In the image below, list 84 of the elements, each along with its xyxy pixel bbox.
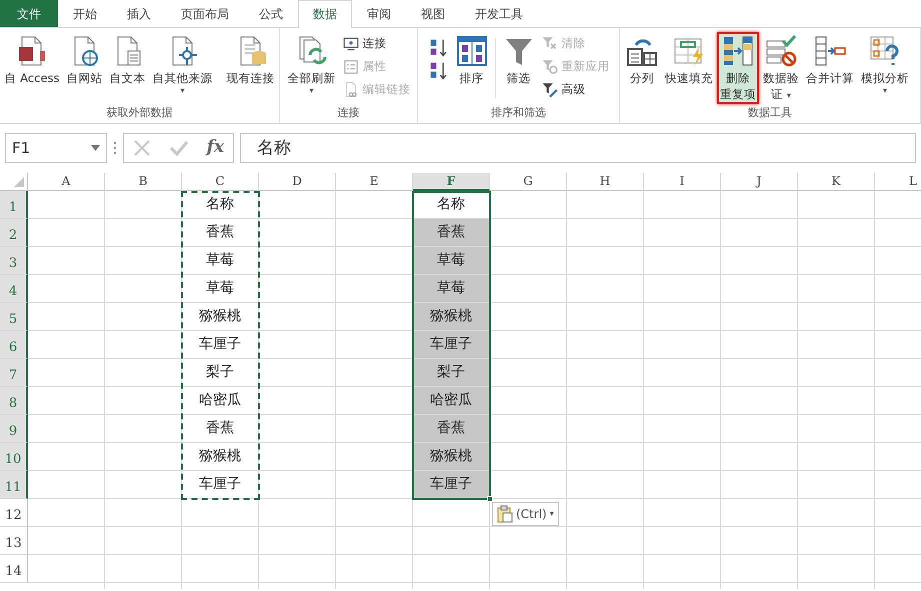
table-cell: 猕猴桃 (413, 303, 490, 331)
ribbon-button[interactable]: 排序 (452, 32, 490, 88)
column-header[interactable]: A (28, 173, 105, 191)
ribbon-tab[interactable]: 开始 (58, 0, 112, 27)
row-header[interactable]: 11 (0, 471, 28, 499)
ribbon-button[interactable]: 自网站 (64, 32, 106, 88)
data-validation-icon (765, 35, 797, 67)
column-header[interactable]: J (721, 173, 798, 191)
ribbon-small-button[interactable]: 连接 (340, 32, 412, 55)
table-cell: 猕猴桃 (413, 443, 490, 471)
ribbon-tab[interactable]: 审阅 (352, 0, 406, 27)
table-cell: 哈密瓜 (413, 387, 490, 415)
group-label: 连接 (336, 105, 360, 121)
row-header[interactable]: 2 (0, 219, 28, 247)
ribbon-button[interactable]: 删除 重复项 (717, 32, 759, 104)
column-header[interactable]: C (182, 173, 259, 191)
ribbon-button[interactable]: 数据验 证 ▾ (760, 32, 802, 104)
group-label: 获取外部数据 (106, 105, 174, 121)
ribbon-tab[interactable]: 插入 (112, 0, 166, 27)
row-header[interactable]: 8 (0, 387, 28, 415)
ribbon-tab[interactable]: 视图 (406, 0, 460, 27)
row-header[interactable]: 1 (0, 191, 28, 219)
table-cell: 香蕉 (413, 219, 490, 247)
sort-table-icon (456, 35, 488, 67)
ribbon-button[interactable]: 自文本 (106, 32, 149, 88)
group-label: 排序和筛选 (490, 105, 547, 121)
filter-refresh-icon (540, 58, 558, 76)
paste-options-button[interactable]: (Ctrl) ▾ (492, 502, 559, 526)
fill-handle[interactable] (487, 496, 493, 502)
row-header[interactable]: 5 (0, 303, 28, 331)
ribbon-small-button[interactable]: 高级 (538, 78, 612, 101)
column-header[interactable]: F (413, 173, 490, 191)
column-header[interactable]: G (490, 173, 567, 191)
check-icon[interactable] (168, 139, 189, 157)
column-header[interactable]: B (105, 173, 182, 191)
name-box[interactable]: F1 (5, 133, 107, 163)
ribbon-tab[interactable]: 开发工具 (460, 0, 538, 27)
ribbon-button[interactable]: 分列 (623, 32, 661, 88)
remove-duplicates-icon (722, 35, 754, 67)
column-header[interactable]: L (875, 173, 921, 191)
file-tab[interactable]: 文件 (0, 0, 58, 27)
row-header[interactable]: 6 (0, 331, 28, 359)
ribbon-tab[interactable]: 页面布局 (166, 0, 244, 27)
properties-icon (342, 58, 360, 76)
ribbon-button[interactable]: 快速填充 (662, 32, 716, 88)
ribbon-tab[interactable]: 公式 (244, 0, 298, 27)
drag-handle-icon[interactable] (113, 141, 117, 155)
table-cell: 香蕉 (413, 415, 490, 443)
consolidate-icon (814, 35, 846, 67)
row-header[interactable]: 12 (0, 499, 28, 527)
ribbon-button[interactable]: 合并计算 (803, 32, 857, 88)
column-header[interactable]: E (336, 173, 413, 191)
column-header[interactable]: K (798, 173, 875, 191)
ribbon-button[interactable]: 筛选 (500, 32, 538, 88)
document-icon (16, 35, 48, 67)
column-header[interactable]: I (644, 173, 721, 191)
row-header[interactable]: 14 (0, 555, 28, 583)
ribbon-button[interactable]: 现有连接 (224, 32, 278, 88)
column-header[interactable]: H (567, 173, 644, 191)
row-header[interactable]: 9 (0, 415, 28, 443)
filter-pencil-icon (540, 80, 558, 98)
triangle-icon (14, 177, 24, 187)
formula-input[interactable]: 名称 (240, 133, 916, 163)
table-cell: 车厘子 (413, 471, 490, 499)
row-header[interactable]: 3 (0, 247, 28, 275)
group-label: 数据工具 (747, 105, 793, 121)
row-header[interactable]: 4 (0, 275, 28, 303)
table-cell: 车厘子 (413, 331, 490, 359)
row-header[interactable]: 7 (0, 359, 28, 387)
row-header[interactable]: 10 (0, 443, 28, 471)
ribbon-button[interactable]: 自其他来源 ▾ (150, 32, 216, 98)
table-cell: 草莓 (413, 247, 490, 275)
what-if-analysis-icon (869, 35, 901, 67)
clipboard-icon (497, 505, 513, 523)
insert-function-button[interactable]: fx (206, 135, 224, 161)
table-cell: 草莓 (413, 275, 490, 303)
dropdown-arrow-icon[interactable] (91, 145, 100, 151)
row-header[interactable]: 13 (0, 527, 28, 555)
ribbon-tab[interactable]: 数据 (298, 0, 352, 28)
ribbon-button[interactable]: 全部刷新 ▾ (284, 32, 338, 98)
ribbon-button[interactable]: 模拟分析 ▾ (858, 32, 912, 98)
column-header[interactable]: D (259, 173, 336, 191)
table-cell: 梨子 (413, 359, 490, 387)
ribbon-button[interactable]: 自 Access (1, 32, 63, 88)
